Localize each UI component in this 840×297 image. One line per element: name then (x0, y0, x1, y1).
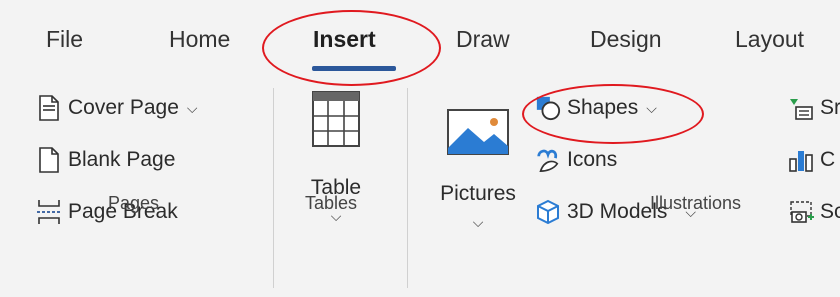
ribbon-tabs: File Home Insert Draw Design Layout (0, 0, 840, 78)
chart-icon (788, 147, 814, 173)
smartart-label: Sr (820, 96, 840, 119)
tab-design[interactable]: Design (590, 26, 662, 53)
icons-button[interactable]: Icons (535, 147, 617, 173)
cover-page-button[interactable]: Cover Page ⌵ (36, 95, 198, 121)
shapes-label: Shapes (567, 96, 639, 119)
pictures-icon (446, 108, 510, 162)
chart-button[interactable]: C (788, 147, 835, 173)
group-divider (273, 88, 274, 288)
table-icon (311, 90, 361, 154)
cover-page-label: Cover Page (68, 96, 179, 119)
tab-file[interactable]: File (46, 26, 83, 53)
pages-group-label: Pages (108, 193, 160, 213)
group-divider (407, 88, 408, 288)
chevron-down-icon: ⌵ (646, 99, 657, 116)
icons-icon (535, 147, 561, 173)
chevron-down-icon: ⌵ (186, 99, 198, 116)
screenshot-label: Sc (820, 200, 840, 223)
illustrations-group-label: Illustrations (650, 193, 742, 213)
blank-page-button[interactable]: Blank Page (36, 147, 175, 173)
tab-draw[interactable]: Draw (456, 26, 510, 53)
smartart-icon (788, 95, 814, 121)
tables-group-label: Tables (305, 193, 358, 213)
tab-layout[interactable]: Layout (735, 26, 804, 53)
tab-home[interactable]: Home (169, 26, 230, 53)
pictures-button[interactable]: Pictures ⌵ (424, 108, 532, 231)
active-tab-indicator (312, 66, 396, 71)
icons-label: Icons (567, 148, 618, 171)
page-break-icon (36, 199, 62, 225)
pictures-label: Pictures (440, 182, 516, 205)
shapes-button[interactable]: Shapes ⌵ (535, 95, 657, 121)
screenshot-icon (788, 199, 814, 225)
shapes-icon (535, 95, 561, 121)
chart-label: C (820, 148, 836, 171)
tab-insert[interactable]: Insert (313, 26, 376, 53)
chevron-down-icon: ⌵ (472, 214, 484, 230)
blank-page-label: Blank Page (68, 148, 176, 171)
cover-page-icon (36, 95, 62, 121)
screenshot-button[interactable]: Sc (788, 199, 840, 225)
cube-icon (535, 199, 561, 225)
smartart-button[interactable]: Sr (788, 95, 840, 121)
blank-page-icon (36, 147, 62, 173)
